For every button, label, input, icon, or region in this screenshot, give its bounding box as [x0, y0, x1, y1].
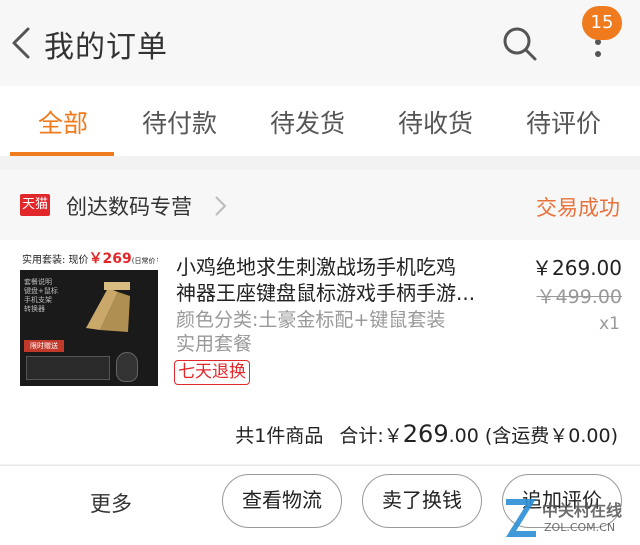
notification-badge: 15 — [582, 6, 622, 40]
thumbnail-ribbon: 限时赠送 — [24, 340, 64, 352]
total-integer: 269 — [402, 420, 449, 448]
item-price: ￥269.00 — [532, 256, 622, 280]
mouse-image — [116, 352, 138, 382]
product-thumbnail[interactable]: 实用套装: 现价￥269(日常价￥299) 套餐说明 键盘+鼠标 手机支架 转换… — [20, 248, 158, 386]
tab-pending-receipt[interactable]: 待收货 — [398, 104, 473, 140]
order-item[interactable]: 实用套装: 现价￥269(日常价￥299) 套餐说明 键盘+鼠标 手机支架 转换… — [0, 240, 640, 400]
tab-all[interactable]: 全部 — [38, 104, 88, 140]
product-spec-line-2: 实用套餐 — [176, 333, 253, 355]
thumbnail-price: ￥269 — [88, 251, 132, 267]
search-icon[interactable] — [500, 24, 540, 64]
active-tab-indicator — [10, 152, 114, 156]
product-name-line-2: 神器王座键盘鼠标游戏手柄手游... — [176, 281, 476, 305]
item-count: 共1件商品 — [235, 425, 324, 447]
total-label: 合计: — [339, 425, 384, 447]
item-original-price: ￥499.00 — [536, 286, 622, 308]
seven-day-return-badge: 七天退换 — [174, 360, 250, 385]
tab-pending-shipment[interactable]: 待发货 — [270, 104, 345, 140]
app-header: 我的订单 15 — [0, 0, 640, 86]
keyboard-image — [26, 356, 110, 380]
view-logistics-button[interactable]: 查看物流 — [222, 474, 342, 528]
tmall-logo-icon: 天猫 — [20, 194, 50, 216]
phone-stand-image — [86, 282, 130, 332]
watermark-text-en: ZOL.COM.CN — [544, 521, 616, 534]
order-total: 共1件商品 合计:￥269.00 (含运费￥0.00) — [235, 420, 618, 448]
back-arrow-icon[interactable] — [8, 25, 32, 61]
thumbnail-label: 实用套装: 现价 — [22, 255, 89, 266]
more-button[interactable]: 更多 — [90, 488, 132, 518]
item-quantity: x1 — [599, 314, 620, 334]
resell-button[interactable]: 卖了换钱 — [362, 474, 482, 528]
product-spec: 颜色分类:土豪金标配+键鼠套装 实用套餐 — [176, 308, 486, 356]
total-decimal: .00 — [448, 425, 479, 447]
shipping-note: (含运费￥0.00) — [484, 425, 618, 447]
tab-pending-payment[interactable]: 待付款 — [142, 104, 217, 140]
shop-header[interactable]: 天猫 创达数码专营 交易成功 — [0, 170, 640, 240]
shop-name[interactable]: 创达数码专营 — [66, 191, 192, 221]
order-status: 交易成功 — [536, 196, 620, 220]
total-currency: ￥ — [383, 425, 403, 447]
product-spec-line-1: 颜色分类:土豪金标配+键鼠套装 — [176, 309, 446, 331]
chevron-right-icon — [215, 196, 227, 216]
watermark-text-cn: 中关村在线 — [542, 501, 623, 520]
zol-watermark: 中关村在线 ZOL.COM.CN — [502, 495, 632, 543]
product-name-line-1: 小鸡绝地求生刺激战场手机吃鸡 — [176, 255, 456, 279]
tab-pending-review[interactable]: 待评价 — [526, 104, 601, 140]
thumbnail-package-list: 套餐说明 键盘+鼠标 手机支架 转换器 — [24, 278, 58, 313]
zol-logo-icon — [506, 499, 536, 537]
product-name[interactable]: 小鸡绝地求生刺激战场手机吃鸡 神器王座键盘鼠标游戏手柄手游... — [176, 254, 496, 306]
order-tabs: 全部 待付款 待发货 待收货 待评价 — [0, 86, 640, 156]
order-summary: 共1件商品 合计:￥269.00 (含运费￥0.00) — [0, 400, 640, 464]
thumbnail-note: (日常价￥299) — [131, 257, 158, 265]
thumbnail-price-strip: 实用套装: 现价￥269(日常价￥299) — [20, 248, 158, 270]
page-title: 我的订单 — [44, 30, 168, 65]
